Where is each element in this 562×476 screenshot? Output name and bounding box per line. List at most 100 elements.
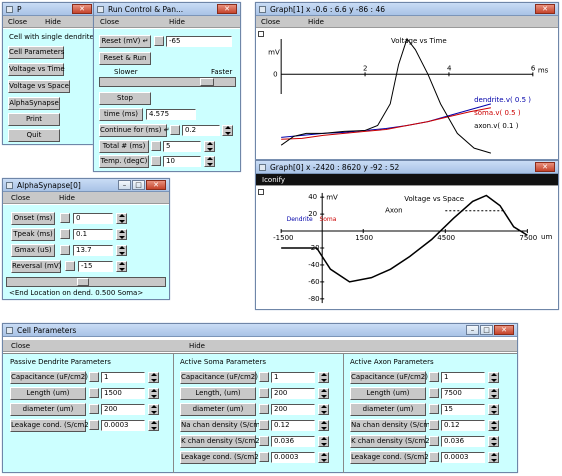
voltage-vs-space-button[interactable]: Voltage vs Space	[8, 80, 70, 93]
tpeak-field[interactable]: 0.1	[73, 229, 113, 240]
gmax-stepper[interactable]	[116, 245, 127, 256]
param-stepper[interactable]	[488, 388, 499, 399]
continue-button[interactable]: Continue for (ms) ↵	[99, 124, 170, 137]
param-field[interactable]: 1	[271, 372, 315, 383]
param-checkbox[interactable]	[89, 388, 99, 398]
param-field[interactable]: 1	[101, 372, 145, 383]
param-stepper[interactable]	[148, 420, 159, 431]
slider-thumb[interactable]	[77, 278, 89, 286]
onset-field[interactable]: 0	[73, 213, 113, 224]
param-checkbox[interactable]	[429, 404, 439, 414]
close-icon[interactable]: ✕	[146, 180, 166, 190]
param-field[interactable]: 0.12	[271, 420, 315, 431]
time-button[interactable]: time (ms)	[99, 108, 143, 121]
param-button[interactable]: Leakage cond. (S/cm2)	[350, 451, 431, 464]
graph-menu-box[interactable]	[258, 189, 264, 195]
menu-close[interactable]: Close	[8, 16, 27, 28]
voltage-vs-space-plot[interactable]: Voltage vs Space mV um 40 20 -20 -40 -60 -80 -150…	[256, 187, 558, 309]
temp-field[interactable]: 10	[163, 156, 201, 167]
param-stepper[interactable]	[488, 372, 499, 383]
param-checkbox[interactable]	[259, 388, 269, 398]
param-field[interactable]: 1500	[101, 388, 145, 399]
graph0-titlebar[interactable]: Graph[0] x -2420 : 8620 y -92 : 52 ✕	[256, 161, 558, 174]
gmax-field[interactable]: 13.7	[73, 245, 113, 256]
param-stepper[interactable]	[318, 452, 329, 463]
minimize-icon[interactable]: –	[466, 325, 479, 335]
param-field[interactable]: 7500	[441, 388, 485, 399]
param-field[interactable]: 200	[101, 404, 145, 415]
reset-field[interactable]: -65	[166, 36, 232, 47]
param-field[interactable]: 200	[271, 388, 315, 399]
main-panel-titlebar[interactable]: P ✕	[3, 3, 95, 16]
param-field[interactable]: 0.0003	[441, 452, 485, 463]
param-field[interactable]: 0.12	[441, 420, 485, 431]
param-checkbox[interactable]	[89, 372, 99, 382]
tpeak-stepper[interactable]	[116, 229, 127, 240]
gmax-checkbox[interactable]	[60, 245, 70, 255]
menu-hide[interactable]: Hide	[59, 192, 75, 204]
param-checkbox[interactable]	[429, 388, 439, 398]
gmax-button[interactable]: Gmax (uS)	[11, 244, 55, 257]
reset-button[interactable]: Reset (mV) ↵	[99, 35, 151, 48]
param-button[interactable]: Capacitance (uF/cm2)	[10, 371, 88, 384]
param-stepper[interactable]	[318, 372, 329, 383]
param-button[interactable]: Length (um)	[350, 387, 426, 400]
total-checkbox[interactable]	[151, 141, 161, 151]
param-stepper[interactable]	[148, 372, 159, 383]
reversal-button[interactable]: Reversal (mV)	[11, 260, 61, 273]
param-field[interactable]: 15	[441, 404, 485, 415]
param-button[interactable]: Leakage cond. (S/cm2)	[10, 419, 91, 432]
param-button[interactable]: diameter (um)	[180, 403, 256, 416]
param-button[interactable]: Na chan density (S/cm2)	[180, 419, 267, 432]
alphasynapse-button[interactable]: AlphaSynapse	[8, 97, 60, 110]
maximize-icon[interactable]: □	[132, 180, 145, 190]
menu-close[interactable]: Close	[11, 192, 30, 204]
param-checkbox[interactable]	[259, 372, 269, 382]
param-checkbox[interactable]	[429, 452, 439, 462]
menu-close[interactable]: Close	[11, 340, 30, 352]
onset-checkbox[interactable]	[60, 213, 70, 223]
param-stepper[interactable]	[148, 404, 159, 415]
menu-hide[interactable]: Hide	[169, 16, 185, 28]
param-stepper[interactable]	[488, 420, 499, 431]
graph1-titlebar[interactable]: Graph[1] x -0.6 : 6.6 y -86 : 46 ✕	[256, 3, 558, 16]
param-checkbox[interactable]	[429, 436, 439, 446]
param-stepper[interactable]	[318, 404, 329, 415]
minimize-icon[interactable]: –	[118, 180, 131, 190]
close-icon[interactable]: ✕	[72, 4, 92, 14]
menu-hide[interactable]: Hide	[308, 16, 324, 28]
reversal-field[interactable]: -15	[78, 261, 113, 272]
reset-and-run-button[interactable]: Reset & Run	[99, 52, 151, 65]
param-stepper[interactable]	[318, 388, 329, 399]
param-button[interactable]: Na chan density (S/cm2)	[350, 419, 437, 432]
param-checkbox[interactable]	[259, 452, 269, 462]
onset-stepper[interactable]	[116, 213, 127, 224]
param-field[interactable]: 0.0003	[271, 452, 315, 463]
param-stepper[interactable]	[318, 436, 329, 447]
temp-stepper[interactable]	[204, 156, 215, 167]
reversal-checkbox[interactable]	[65, 261, 75, 271]
param-checkbox[interactable]	[259, 404, 269, 414]
quit-button[interactable]: Quit	[8, 129, 60, 142]
alpha-titlebar[interactable]: AlphaSynapse[0] – □ ✕	[3, 179, 169, 192]
close-icon[interactable]: ✕	[494, 325, 514, 335]
param-checkbox[interactable]	[259, 436, 269, 446]
tpeak-checkbox[interactable]	[60, 229, 70, 239]
run-control-titlebar[interactable]: Run Control & Pan... ✕	[94, 3, 240, 16]
reversal-stepper[interactable]	[116, 261, 127, 272]
reset-checkbox[interactable]	[154, 36, 164, 46]
onset-button[interactable]: Onset (ms)	[11, 212, 55, 225]
menu-hide[interactable]: Hide	[189, 340, 205, 352]
voltage-vs-time-button[interactable]: Voltage vs Time	[8, 63, 65, 76]
param-stepper[interactable]	[488, 452, 499, 463]
speed-slider[interactable]	[99, 77, 236, 87]
total-field[interactable]: 5	[163, 141, 201, 152]
param-button[interactable]: Length, (um)	[180, 387, 256, 400]
temp-checkbox[interactable]	[151, 156, 161, 166]
param-checkbox[interactable]	[259, 420, 269, 430]
param-stepper[interactable]	[488, 404, 499, 415]
param-button[interactable]: K chan density (S/cm2)	[180, 435, 262, 448]
param-checkbox[interactable]	[429, 420, 439, 430]
tpeak-button[interactable]: Tpeak (ms)	[11, 228, 55, 241]
param-field[interactable]: 0.036	[441, 436, 485, 447]
